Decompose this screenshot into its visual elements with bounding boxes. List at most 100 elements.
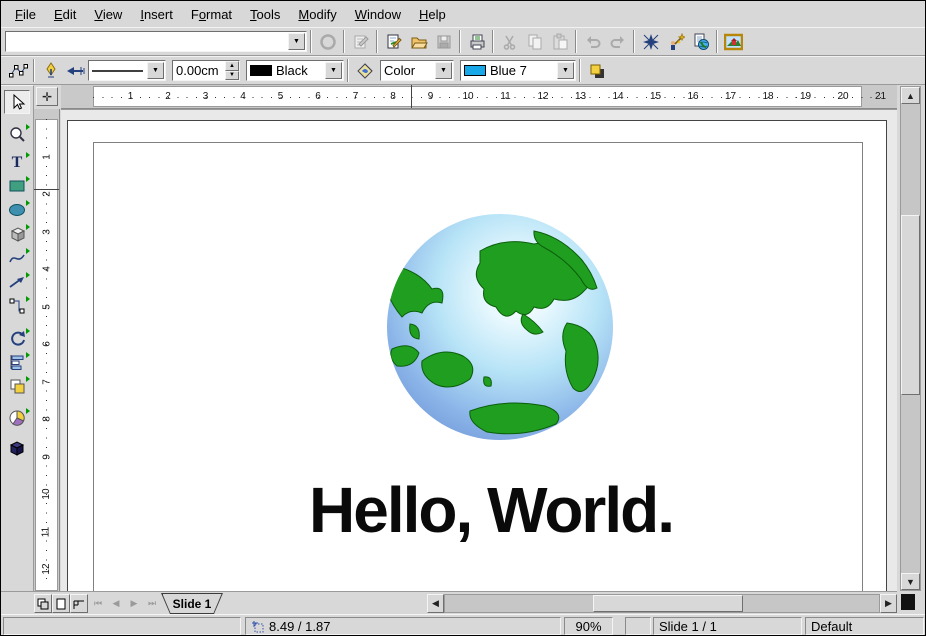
shadow-icon[interactable] — [584, 59, 609, 83]
alignment-icon[interactable] — [4, 350, 30, 374]
chevron-down-icon[interactable]: ▼ — [435, 62, 452, 79]
vruler-cursor-marker — [34, 189, 59, 190]
window-resize-grip[interactable] — [899, 592, 923, 614]
print-icon[interactable] — [464, 30, 489, 54]
stop-icon[interactable] — [315, 30, 340, 54]
drawing-canvas[interactable]: Hello, World. — [61, 109, 897, 591]
text-icon[interactable]: T — [4, 150, 30, 174]
vruler-number: 1 — [34, 119, 59, 157]
area-icon[interactable] — [352, 59, 377, 83]
redo-icon[interactable] — [605, 30, 630, 54]
slide-page[interactable]: Hello, World. — [67, 120, 887, 591]
svg-text:T: T — [12, 154, 23, 171]
cursor-position-value: 8.49 / 1.87 — [269, 619, 330, 634]
hscroll-thumb[interactable] — [593, 595, 743, 612]
select-icon[interactable] — [4, 90, 30, 114]
spin-up-icon[interactable]: ▲ — [225, 61, 239, 71]
next-slide-icon[interactable]: ▶ — [125, 594, 143, 613]
master-view-icon[interactable] — [52, 594, 70, 613]
menu-item[interactable]: Help — [410, 4, 455, 25]
chevron-down-icon[interactable]: ▼ — [557, 62, 574, 79]
object3d-icon[interactable] — [4, 222, 30, 246]
ellipse-icon[interactable] — [4, 198, 30, 222]
arrange-icon[interactable] — [4, 374, 30, 398]
hruler-number: 3 — [168, 85, 206, 108]
vruler-number: 11 — [34, 494, 59, 532]
autopilot-icon[interactable] — [663, 30, 688, 54]
layer-view-icon[interactable] — [70, 594, 88, 613]
menu-item[interactable]: Insert — [131, 4, 182, 25]
line-color-select[interactable]: Black ▼ — [246, 60, 344, 81]
menu-item[interactable]: Tools — [241, 4, 289, 25]
ruler-origin-button[interactable]: ✛ — [36, 87, 58, 106]
menu-item[interactable]: Format — [182, 4, 241, 25]
object-toolbar: ▼ 0.00cm ▲▼ Black ▼ Color ▼ Blue 7 ▼ — [1, 56, 925, 85]
slide-view-icon[interactable] — [34, 594, 52, 613]
menu-item[interactable]: File — [6, 4, 45, 25]
hruler-number: 1 — [93, 85, 131, 108]
chevron-down-icon[interactable]: ▼ — [288, 33, 305, 50]
controller3d-icon[interactable] — [4, 436, 30, 460]
paste-icon[interactable] — [547, 30, 572, 54]
line-width-spinner[interactable]: 0.00cm ▲▼ — [172, 60, 240, 81]
first-slide-icon[interactable]: ⏮ — [89, 594, 107, 613]
menu-item[interactable]: Edit — [45, 4, 85, 25]
connector-icon[interactable] — [4, 294, 30, 318]
slide-tab-bar: ⏮ ◀ ▶ ⏭ Slide 1 ◀ ▶ — [1, 591, 897, 614]
cursor-position-panel: 8.49 / 1.87 — [245, 617, 561, 635]
chevron-down-icon[interactable]: ▼ — [325, 62, 342, 79]
arrow-style-icon[interactable] — [63, 59, 88, 83]
rotate-icon[interactable] — [4, 326, 30, 350]
chevron-down-icon[interactable]: ▼ — [147, 62, 164, 79]
line-style-preview — [89, 61, 146, 80]
copy-icon[interactable] — [522, 30, 547, 54]
vscroll-up-arrow[interactable]: ▲ — [901, 87, 920, 104]
edit-file-icon[interactable] — [348, 30, 373, 54]
line-arrow-icon[interactable] — [4, 270, 30, 294]
zoom-icon[interactable] — [4, 122, 30, 146]
vscroll-down-arrow[interactable]: ▼ — [901, 573, 920, 590]
new-icon[interactable] — [381, 30, 406, 54]
vruler-number: 5 — [34, 269, 59, 307]
fill-color-swatch — [464, 65, 486, 76]
gallery-icon[interactable] — [721, 30, 746, 54]
line-width-value[interactable]: 0.00cm — [173, 61, 225, 80]
hyperlink-icon[interactable] — [688, 30, 713, 54]
effects-icon[interactable] — [4, 406, 30, 430]
menu-item[interactable]: View — [85, 4, 131, 25]
hruler-number: 6 — [281, 85, 319, 108]
fill-color-label: Blue 7 — [490, 63, 527, 78]
hscroll-right-arrow[interactable]: ▶ — [880, 594, 897, 613]
menu-item[interactable]: Modify — [289, 4, 345, 25]
vscroll-thumb[interactable] — [901, 215, 920, 395]
prev-slide-icon[interactable]: ◀ — [107, 594, 125, 613]
spin-down-icon[interactable]: ▼ — [225, 71, 239, 81]
fill-type-label: Color — [381, 61, 434, 80]
globe-image[interactable] — [384, 211, 616, 443]
slide-title-text[interactable]: Hello, World. — [68, 473, 886, 547]
fill-type-select[interactable]: Color ▼ — [380, 60, 454, 81]
menu-item[interactable]: Window — [346, 4, 410, 25]
hscroll-left-arrow[interactable]: ◀ — [427, 594, 444, 613]
url-field[interactable] — [6, 32, 287, 51]
pen-icon[interactable] — [38, 59, 63, 83]
navigator-icon[interactable] — [638, 30, 663, 54]
save-icon[interactable] — [431, 30, 456, 54]
open-icon[interactable] — [406, 30, 431, 54]
line-style-select[interactable]: ▼ — [88, 60, 166, 81]
undo-icon[interactable] — [580, 30, 605, 54]
rectangle-icon[interactable] — [4, 174, 30, 198]
fill-color-select[interactable]: Blue 7 ▼ — [460, 60, 576, 81]
edit-points-icon[interactable] — [5, 59, 30, 83]
hruler-number: 5 — [243, 85, 281, 108]
vertical-scrollbar[interactable]: ▲ ▼ — [900, 86, 921, 591]
curve-icon[interactable] — [4, 246, 30, 270]
position-crosshair-icon — [251, 620, 264, 633]
vruler-number: 7 — [34, 344, 59, 382]
url-combobox[interactable]: ▼ — [5, 31, 307, 52]
cut-icon[interactable] — [497, 30, 522, 54]
last-slide-icon[interactable]: ⏭ — [143, 594, 161, 613]
vruler-number: 6 — [34, 307, 59, 345]
horizontal-scrollbar[interactable] — [444, 594, 880, 613]
tab-slide-1[interactable]: Slide 1 — [161, 593, 223, 614]
